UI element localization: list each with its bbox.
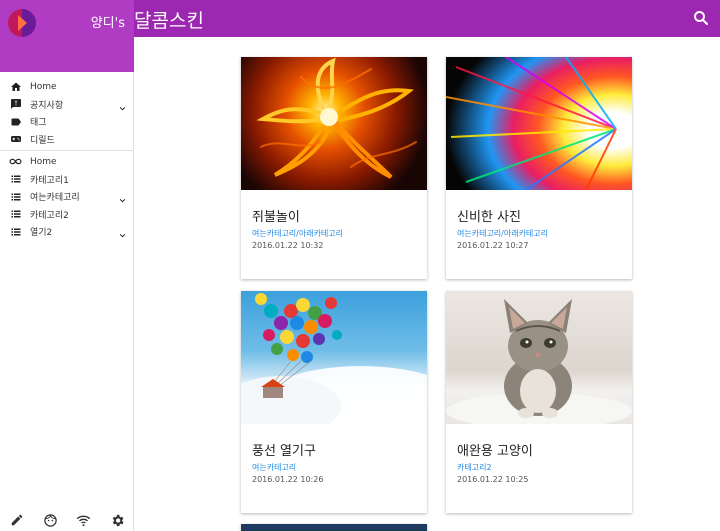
sidebar-toolbar bbox=[0, 509, 134, 531]
post-title[interactable]: 신비한 사진 bbox=[457, 206, 521, 225]
sidebar-item-label: Home bbox=[30, 81, 57, 92]
list-icon bbox=[9, 173, 22, 186]
tag-icon bbox=[9, 115, 22, 128]
sidebar-item-guestbook[interactable]: 디릴드 bbox=[0, 131, 133, 149]
sidebar-item-label: 열기2 bbox=[30, 228, 53, 239]
post-category-link[interactable]: 여는카테고리/아래카테고리 bbox=[252, 228, 343, 239]
sidebar-item-home[interactable]: Home bbox=[0, 78, 133, 96]
list-icon bbox=[9, 208, 22, 221]
post-card-partial[interactable] bbox=[241, 524, 427, 531]
post-date: 2016.01.22 10:26 bbox=[252, 475, 324, 484]
color-burst-image bbox=[446, 57, 632, 190]
sidebar-item-notice[interactable]: 공지사항 bbox=[0, 96, 133, 114]
sidebar-item-open2[interactable]: 열기2 bbox=[0, 223, 133, 241]
gamepad-icon bbox=[9, 133, 22, 146]
announcement-icon bbox=[9, 98, 22, 111]
sidebar-item-label: 여는카테고리 bbox=[30, 193, 80, 204]
post-title[interactable]: 쥐불놀이 bbox=[252, 206, 300, 225]
blog-app: 달콤스킨 양디's Home 공지사항 태그 디릴드 Home 카테고리1 여는… bbox=[0, 0, 720, 531]
list-icon bbox=[9, 190, 22, 203]
blog-logo bbox=[8, 9, 36, 37]
sidebar-item-category-home[interactable]: Home bbox=[0, 153, 133, 171]
post-card[interactable]: 신비한 사진 여는카테고리/아래카테고리 2016.01.22 10:27 bbox=[446, 57, 632, 279]
sidebar-item-tags[interactable]: 태그 bbox=[0, 113, 133, 131]
top-app-bar bbox=[134, 0, 720, 37]
sidebar-item-label: 태그 bbox=[30, 118, 47, 129]
sidebar-item-label: 카테고리1 bbox=[30, 175, 69, 186]
post-card[interactable]: 풍선 열기구 여는카테고리 2016.01.22 10:26 bbox=[241, 291, 427, 513]
sidebar-item-label: Home bbox=[30, 156, 57, 167]
blog-title: 양디's bbox=[90, 16, 125, 31]
sidebar-item-label: 카테고리2 bbox=[30, 210, 69, 221]
post-title[interactable]: 풍선 열기구 bbox=[252, 440, 316, 459]
chevron-down-icon[interactable] bbox=[117, 226, 128, 238]
post-date: 2016.01.22 10:25 bbox=[457, 475, 529, 484]
post-title[interactable]: 애완용 고양이 bbox=[457, 440, 533, 459]
edit-icon[interactable] bbox=[9, 512, 25, 528]
chevron-down-icon[interactable] bbox=[117, 99, 128, 110]
post-card[interactable]: 쥐불놀이 여는카테고리/아래카테고리 2016.01.22 10:32 bbox=[241, 57, 427, 279]
search-icon[interactable] bbox=[692, 9, 710, 27]
post-date: 2016.01.22 10:32 bbox=[252, 241, 324, 250]
fire-flower-image bbox=[241, 57, 427, 190]
sidebar-item-label: 디릴드 bbox=[30, 135, 55, 146]
chevron-down-icon[interactable] bbox=[117, 191, 128, 203]
brand-header[interactable]: 양디's bbox=[0, 0, 134, 72]
sidebar: Home 공지사항 태그 디릴드 Home 카테고리1 여는카테고리 카테고리2… bbox=[0, 72, 134, 531]
post-date: 2016.01.22 10:27 bbox=[457, 241, 529, 250]
post-category-link[interactable]: 여는카테고리/아래카테고리 bbox=[457, 228, 548, 239]
sidebar-item-open-category[interactable]: 여는카테고리 bbox=[0, 188, 133, 206]
face-icon[interactable] bbox=[42, 512, 58, 528]
sidebar-item-category1[interactable]: 카테고리1 bbox=[0, 171, 133, 189]
sidebar-divider bbox=[0, 150, 133, 151]
wifi-icon[interactable] bbox=[76, 512, 92, 528]
sidebar-menu-top: Home 공지사항 태그 디릴드 bbox=[0, 72, 133, 148]
sidebar-category-menu: Home 카테고리1 여는카테고리 카테고리2 열기2 bbox=[0, 153, 133, 241]
kitten-image bbox=[446, 291, 632, 424]
post-card[interactable]: 애완용 고양이 카테고리2 2016.01.22 10:25 bbox=[446, 291, 632, 513]
page-title: 달콤스킨 bbox=[134, 10, 204, 32]
sidebar-item-category2[interactable]: 카테고리2 bbox=[0, 206, 133, 224]
infinity-icon bbox=[9, 155, 22, 168]
post-category-link[interactable]: 여는카테고리 bbox=[252, 462, 296, 473]
list-icon bbox=[9, 225, 22, 238]
home-icon bbox=[9, 80, 22, 93]
sidebar-item-label: 공지사항 bbox=[30, 100, 64, 111]
post-category-link[interactable]: 카테고리2 bbox=[457, 462, 492, 473]
settings-icon[interactable] bbox=[109, 512, 125, 528]
balloon-house-image bbox=[241, 291, 427, 424]
